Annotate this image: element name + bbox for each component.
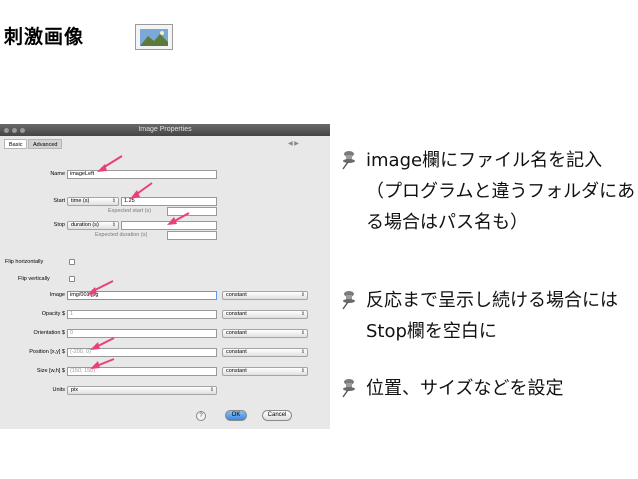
annotation-arrow-image [87, 280, 114, 295]
select-arrows-icon: ⇕ [300, 311, 305, 317]
annotation-arrow-name [97, 155, 123, 172]
tab-scroll-arrows-icon[interactable]: ◀ ▶ [288, 140, 299, 147]
stop-type-value: duration (s) [71, 222, 99, 228]
position-mode-select[interactable]: constant ⇕ [222, 348, 308, 357]
orientation-label: Orientation $ [33, 330, 66, 336]
position-mode-value: constant [226, 349, 247, 355]
start-type-value: time (s) [71, 198, 90, 204]
stop-label: Stop [53, 222, 65, 228]
expected-duration-input[interactable] [167, 231, 217, 240]
opacity-mode-value: constant [226, 311, 247, 317]
flip-vertically-checkbox[interactable] [69, 276, 75, 282]
slide-title: 刺激画像 [4, 26, 85, 48]
ok-button[interactable]: OK [225, 410, 247, 421]
image-mode-value: constant [226, 292, 247, 298]
units-label: Units [52, 387, 65, 393]
select-arrows-icon: ⇕ [300, 349, 305, 355]
opacity-label: Opacity $ [41, 311, 65, 317]
image-label: Image [49, 292, 65, 298]
bullet-text: 反応まで呈示し続ける場合にはStop欄を空白に [366, 290, 618, 342]
cancel-button[interactable]: Cancel [262, 410, 292, 421]
orientation-mode-select[interactable]: constant ⇕ [222, 329, 308, 338]
window-titlebar: Image Properties [0, 124, 330, 136]
pushpin-icon [342, 151, 355, 170]
name-label: Name [50, 171, 65, 177]
tab-advanced[interactable]: Advanced [28, 139, 63, 149]
name-input[interactable]: imageLeft [67, 170, 217, 179]
tab-basic[interactable]: Basic [4, 139, 28, 149]
start-type-select[interactable]: time (s) ⇕ [67, 197, 119, 206]
opacity-input[interactable]: 1 [67, 310, 217, 319]
pushpin-icon [342, 379, 355, 398]
annotation-arrow-size [90, 358, 115, 369]
units-select[interactable]: pix ⇕ [67, 386, 217, 395]
opacity-mode-select[interactable]: constant ⇕ [222, 310, 308, 319]
size-label: Size [w,h] $ [36, 368, 65, 374]
size-mode-value: constant [226, 368, 247, 374]
start-label: Start [53, 198, 65, 204]
select-arrows-icon: ⇕ [111, 222, 116, 228]
help-button[interactable]: ? [196, 411, 206, 421]
stop-hint-label: Expected duration (s) [95, 232, 148, 238]
image-properties-dialog: Image Properties Basic Advanced ◀ ▶ Name… [0, 124, 330, 429]
select-arrows-icon: ⇕ [300, 368, 305, 374]
start-hint-label: Expected start (s) [108, 208, 152, 214]
bullet-text: image欄にファイル名を記入（プログラムと違うフォルダにある場合はパス名も） [366, 150, 636, 233]
flip-horizontally-checkbox[interactable] [69, 259, 75, 265]
image-mode-select[interactable]: constant ⇕ [222, 291, 308, 300]
pushpin-icon [342, 291, 355, 310]
select-arrows-icon: ⇕ [209, 387, 214, 393]
units-value: pix [71, 387, 79, 393]
select-arrows-icon: ⇕ [111, 198, 116, 204]
position-label: Position [x,y] $ [29, 349, 65, 355]
annotation-arrow-stop [167, 212, 190, 225]
size-mode-select[interactable]: constant ⇕ [222, 367, 308, 376]
annotation-arrow-start [130, 182, 153, 199]
image-picture-icon [135, 24, 173, 50]
select-arrows-icon: ⇕ [300, 292, 305, 298]
stop-type-select[interactable]: duration (s) ⇕ [67, 221, 119, 230]
bullet-text: 位置、サイズなどを設定 [366, 378, 564, 399]
select-arrows-icon: ⇕ [300, 330, 305, 336]
dialog-title: Image Properties [138, 126, 192, 133]
orientation-mode-value: constant [226, 330, 247, 336]
annotation-arrow-position [90, 337, 115, 350]
